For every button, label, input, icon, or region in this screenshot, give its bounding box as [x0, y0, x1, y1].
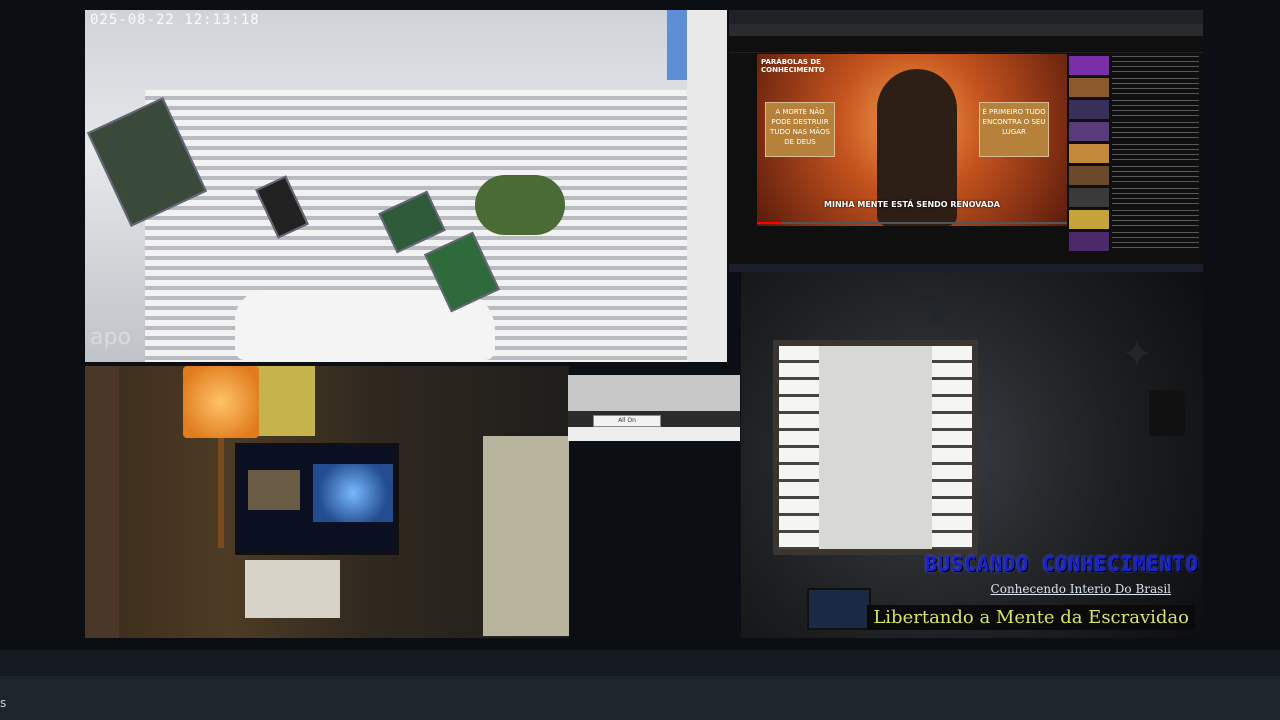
- camera-watermark: apo: [90, 325, 131, 350]
- wall-graffiti: ✦: [1121, 332, 1153, 376]
- street-camera-feed: 025-08-22 12:13:18 apo: [85, 10, 727, 362]
- bookshelf: [85, 366, 119, 638]
- all-on-button[interactable]: All On: [593, 415, 661, 427]
- related-item: [1069, 188, 1199, 207]
- video-progress: [757, 222, 1067, 224]
- video-heading: PARÁBOLAS DE CONHECIMENTO: [761, 58, 825, 74]
- door-pane-right: [932, 346, 972, 549]
- lamp-shade: [183, 366, 259, 438]
- room-camera-feed: ★ ✦ BUSCANDO CONHECIMENTO Conhecendo Int…: [741, 272, 1203, 638]
- door-pane-left: [779, 346, 819, 549]
- related-item: [1069, 78, 1199, 97]
- related-item: [1069, 210, 1199, 229]
- video-thumb-left: A MORTE NÃO PODE DESTRUIR TUDO NAS MÃOS …: [765, 102, 835, 157]
- video-player: PARÁBOLAS DE CONHECIMENTO A MORTE NÃO PO…: [757, 54, 1067, 226]
- video-site-header: [729, 36, 1203, 53]
- browser-capture: PARÁBOLAS DE CONHECIMENTO A MORTE NÃO PO…: [729, 10, 1203, 272]
- video-caption: MINHA MENTE ESTÁ SENDO RENOVADA: [824, 200, 1000, 209]
- tree: [475, 175, 565, 235]
- browser-address-bar: [729, 24, 1203, 36]
- related-item: [1069, 122, 1199, 141]
- chat-bar: [0, 676, 1280, 720]
- related-item: [1069, 144, 1199, 163]
- wall-art: [255, 366, 315, 436]
- related-item: [1069, 232, 1199, 251]
- camera-timestamp: 025-08-22 12:13:18: [90, 12, 260, 28]
- related-item: [1069, 100, 1199, 119]
- related-item: [1069, 166, 1199, 185]
- desk-camera-feed: [85, 366, 569, 638]
- desk-monitor: [235, 443, 399, 555]
- monitor-window: [248, 470, 300, 510]
- video-thumb-right: É PRIMEIRO TUDO ENCONTRA O SEU LUGAR: [979, 102, 1049, 157]
- wall: [687, 10, 727, 362]
- related-videos: [1069, 56, 1199, 256]
- whiteboard: [483, 436, 569, 636]
- video-title-line: [757, 230, 1067, 238]
- taskbar: [729, 264, 1203, 272]
- dialog-footer: [568, 427, 740, 441]
- browser-tab-strip: [729, 10, 1203, 24]
- channel-title: BUSCANDO CONHECIMENTO: [925, 552, 1199, 576]
- chat-bar-text: s: [0, 696, 7, 710]
- dark-lamp: [1149, 390, 1185, 436]
- channel-slogan-box: Libertando a Mente da Escravidao: [867, 605, 1195, 630]
- keyboard: [245, 560, 340, 618]
- channel-slogan: Libertando a Mente da Escravidao: [873, 607, 1189, 628]
- lamp-stem: [218, 438, 224, 548]
- monitor-video: [313, 464, 393, 522]
- small-monitor: [807, 588, 871, 630]
- small-dialog: All On: [568, 375, 740, 441]
- channel-subtitle: Conhecendo Interio Do Brasil: [990, 582, 1171, 596]
- double-door: [773, 340, 978, 555]
- related-item: [1069, 56, 1199, 75]
- wall-graffiti: ★: [921, 292, 956, 336]
- player-bar: [0, 650, 1280, 676]
